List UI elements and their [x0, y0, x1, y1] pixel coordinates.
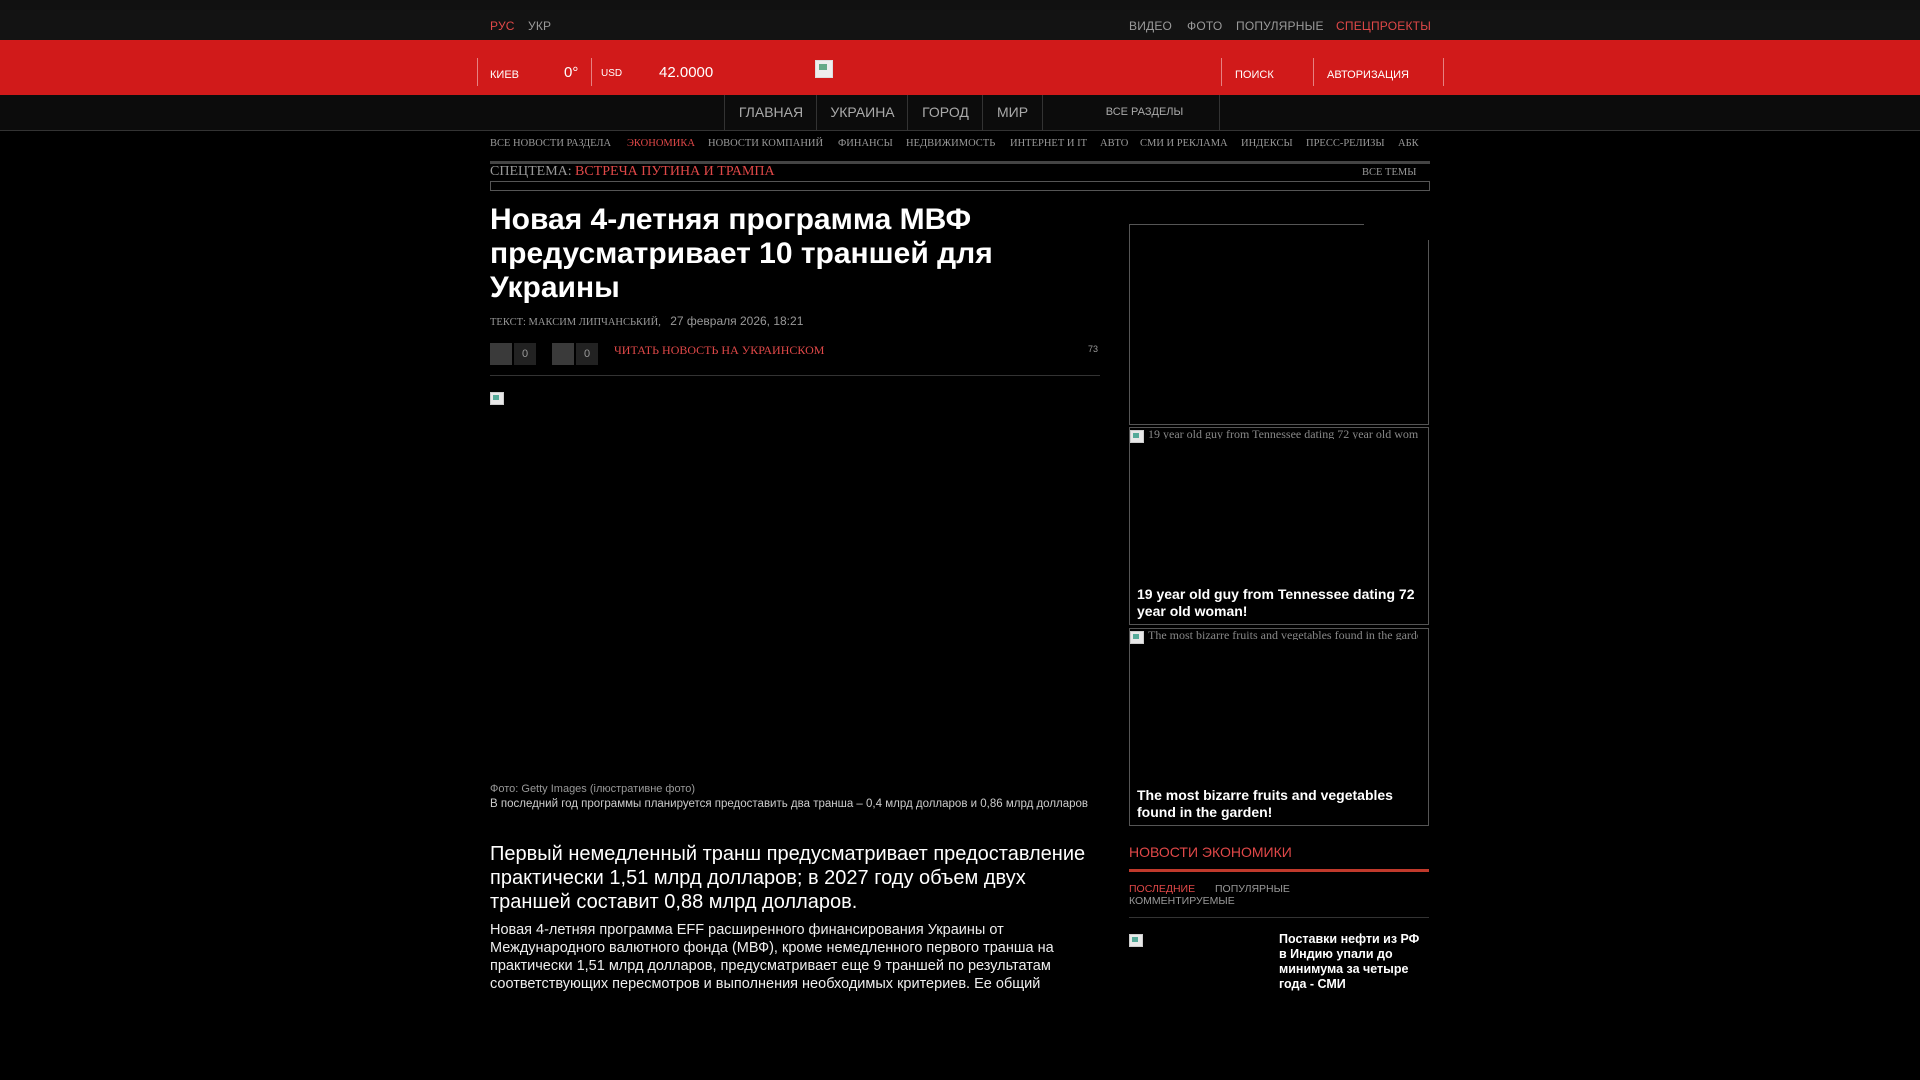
broken-image-icon — [1130, 430, 1144, 443]
divider — [1443, 58, 1444, 86]
ad-title[interactable]: The most bizarre fruits and vegetables f… — [1137, 787, 1422, 821]
nav-item-main[interactable]: ГЛАВНАЯ — [724, 95, 817, 130]
divider — [1313, 58, 1314, 86]
economy-news-title[interactable]: НОВОСТИ ЭКОНОМИКИ — [1129, 844, 1292, 860]
currency-label[interactable]: USD — [601, 68, 622, 79]
video-link[interactable]: ВИДЕО — [1129, 19, 1172, 33]
ad-image-alt: The most bizarre fruits and vegetables f… — [1148, 628, 1418, 640]
ad-card[interactable]: 19 year old guy from Tennessee dating 72… — [1129, 427, 1429, 625]
nav-item-ukraine[interactable]: УКРАИНА — [816, 95, 908, 130]
article-date: 27 февраля 2026, 18:21 — [670, 314, 804, 328]
subnav-item-media[interactable]: СМИ И РЕКЛАМА — [1140, 138, 1228, 149]
twitter-share-icon[interactable] — [552, 343, 574, 365]
photo-credit: Фото: Getty Images (ілюстративне фото) — [490, 783, 696, 795]
special-topic-box — [490, 181, 1430, 191]
special-topic-label: СПЕЦТЕМА: — [490, 164, 572, 179]
special-topic-link[interactable]: ВСТРЕЧА ПУТИНА И ТРАМПА — [575, 164, 775, 180]
search-link[interactable]: ПОИСК — [1235, 69, 1274, 81]
tab-latest[interactable]: ПОСЛЕДНИЕ — [1129, 883, 1195, 895]
divider — [591, 58, 592, 86]
share-count: 0 — [576, 343, 598, 365]
tabs-divider — [1129, 917, 1429, 918]
subnav-item-abk[interactable]: АБК — [1398, 138, 1419, 149]
top-strip — [0, 0, 1920, 10]
article-body: Новая 4-летняя программа EFF расширенног… — [490, 922, 1054, 992]
weather-temperature: 0° — [564, 64, 579, 81]
subnav-item-companies[interactable]: НОВОСТИ КОМПАНИЙ — [708, 138, 823, 149]
main-nav: ГЛАВНАЯ УКРАИНА ГОРОД МИР ВСЕ РАЗДЕЛЫ — [0, 95, 1920, 131]
subnav-item-economy[interactable]: ЭКОНОМИКА — [627, 138, 695, 149]
views-count: 73 — [1088, 344, 1099, 354]
news-thumbnail-icon[interactable] — [1129, 934, 1143, 947]
subnav-item-internet[interactable]: ИНТЕРНЕТ И IT — [1010, 138, 1087, 149]
header-bar: КИЕВ 0° USD 42.0000 ПОИСК АВТОРИЗАЦИЯ — [0, 40, 1920, 95]
ad-corner — [1364, 224, 1429, 240]
divider — [1221, 58, 1222, 86]
all-topics-link[interactable]: ВСЕ ТЕМЫ — [1362, 167, 1416, 178]
weather-city[interactable]: КИЕВ — [490, 69, 519, 81]
subnav-item-finance[interactable]: ФИНАНСЫ — [838, 138, 893, 149]
currency-rate: 42.0000 — [659, 64, 714, 81]
photo-caption: В последний год программы планируется пр… — [490, 798, 1089, 810]
facebook-share-icon[interactable] — [490, 343, 512, 365]
article-main-image — [490, 392, 1100, 772]
lang-uk-link[interactable]: УКР — [528, 19, 551, 33]
ad-card[interactable]: The most bizarre fruits and vegetables f… — [1129, 628, 1429, 826]
article-meta: ТЕКСТ: МАКСИМ ЛИПЧАНСЬКИЙ, 27 февраля 20… — [490, 314, 803, 328]
subnav-item-auto[interactable]: АВТО — [1100, 138, 1128, 149]
side-news-headline[interactable]: Поставки нефти из РФ в Индию упали до ми… — [1279, 932, 1429, 992]
article-divider — [490, 375, 1100, 376]
tab-popular[interactable]: ПОПУЛЯРНЫЕ — [1215, 883, 1290, 895]
ad-title[interactable]: 19 year old guy from Tennessee dating 72… — [1137, 586, 1422, 620]
economy-news-divider — [1129, 869, 1429, 872]
site-logo[interactable] — [815, 60, 833, 78]
article-lead: Первый немедленный транш предусматривает… — [490, 843, 1086, 913]
top-bar: РУС УКР ВИДЕО ФОТО ПОПУЛЯРНЫЕ СПЕЦПРОЕКТ… — [0, 10, 1920, 40]
nav-item-city[interactable]: ГОРОД — [907, 95, 983, 130]
article-author[interactable]: ТЕКСТ: МАКСИМ ЛИПЧАНСЬКИЙ, — [490, 317, 661, 328]
auth-link[interactable]: АВТОРИЗАЦИЯ — [1327, 69, 1409, 81]
ad-banner[interactable] — [1129, 224, 1429, 425]
divider — [477, 58, 478, 86]
ad-image-alt: 19 year old guy from Tennessee dating 72… — [1148, 427, 1418, 439]
subnav-item-indexes[interactable]: ИНДЕКСЫ — [1241, 138, 1293, 149]
read-ukrainian-link[interactable]: ЧИТАТЬ НОВОСТЬ НА УКРАИНСКОМ — [614, 343, 824, 358]
subnav-item-all-news[interactable]: ВСЕ НОВОСТИ РАЗДЕЛА — [490, 138, 611, 149]
article-title: Новая 4-летняя программа МВФ предусматри… — [490, 203, 993, 304]
popular-link[interactable]: ПОПУЛЯРНЫЕ — [1236, 19, 1324, 33]
all-sections-button[interactable]: ВСЕ РАЗДЕЛЫ — [1070, 95, 1220, 130]
broken-image-icon — [1130, 631, 1144, 644]
special-projects-link[interactable]: СПЕЦПРОЕКТЫ — [1336, 19, 1431, 33]
photo-link[interactable]: ФОТО — [1187, 19, 1222, 33]
nav-item-world[interactable]: МИР — [982, 95, 1043, 130]
subnav-item-press[interactable]: ПРЕСС-РЕЛИЗЫ — [1306, 138, 1385, 149]
share-count: 0 — [514, 343, 536, 365]
lang-ru-link[interactable]: РУС — [490, 19, 515, 33]
subnav-item-realty[interactable]: НЕДВИЖИМОСТЬ — [906, 138, 995, 149]
tab-commented[interactable]: КОММЕНТИРУЕМЫЕ — [1129, 895, 1235, 907]
